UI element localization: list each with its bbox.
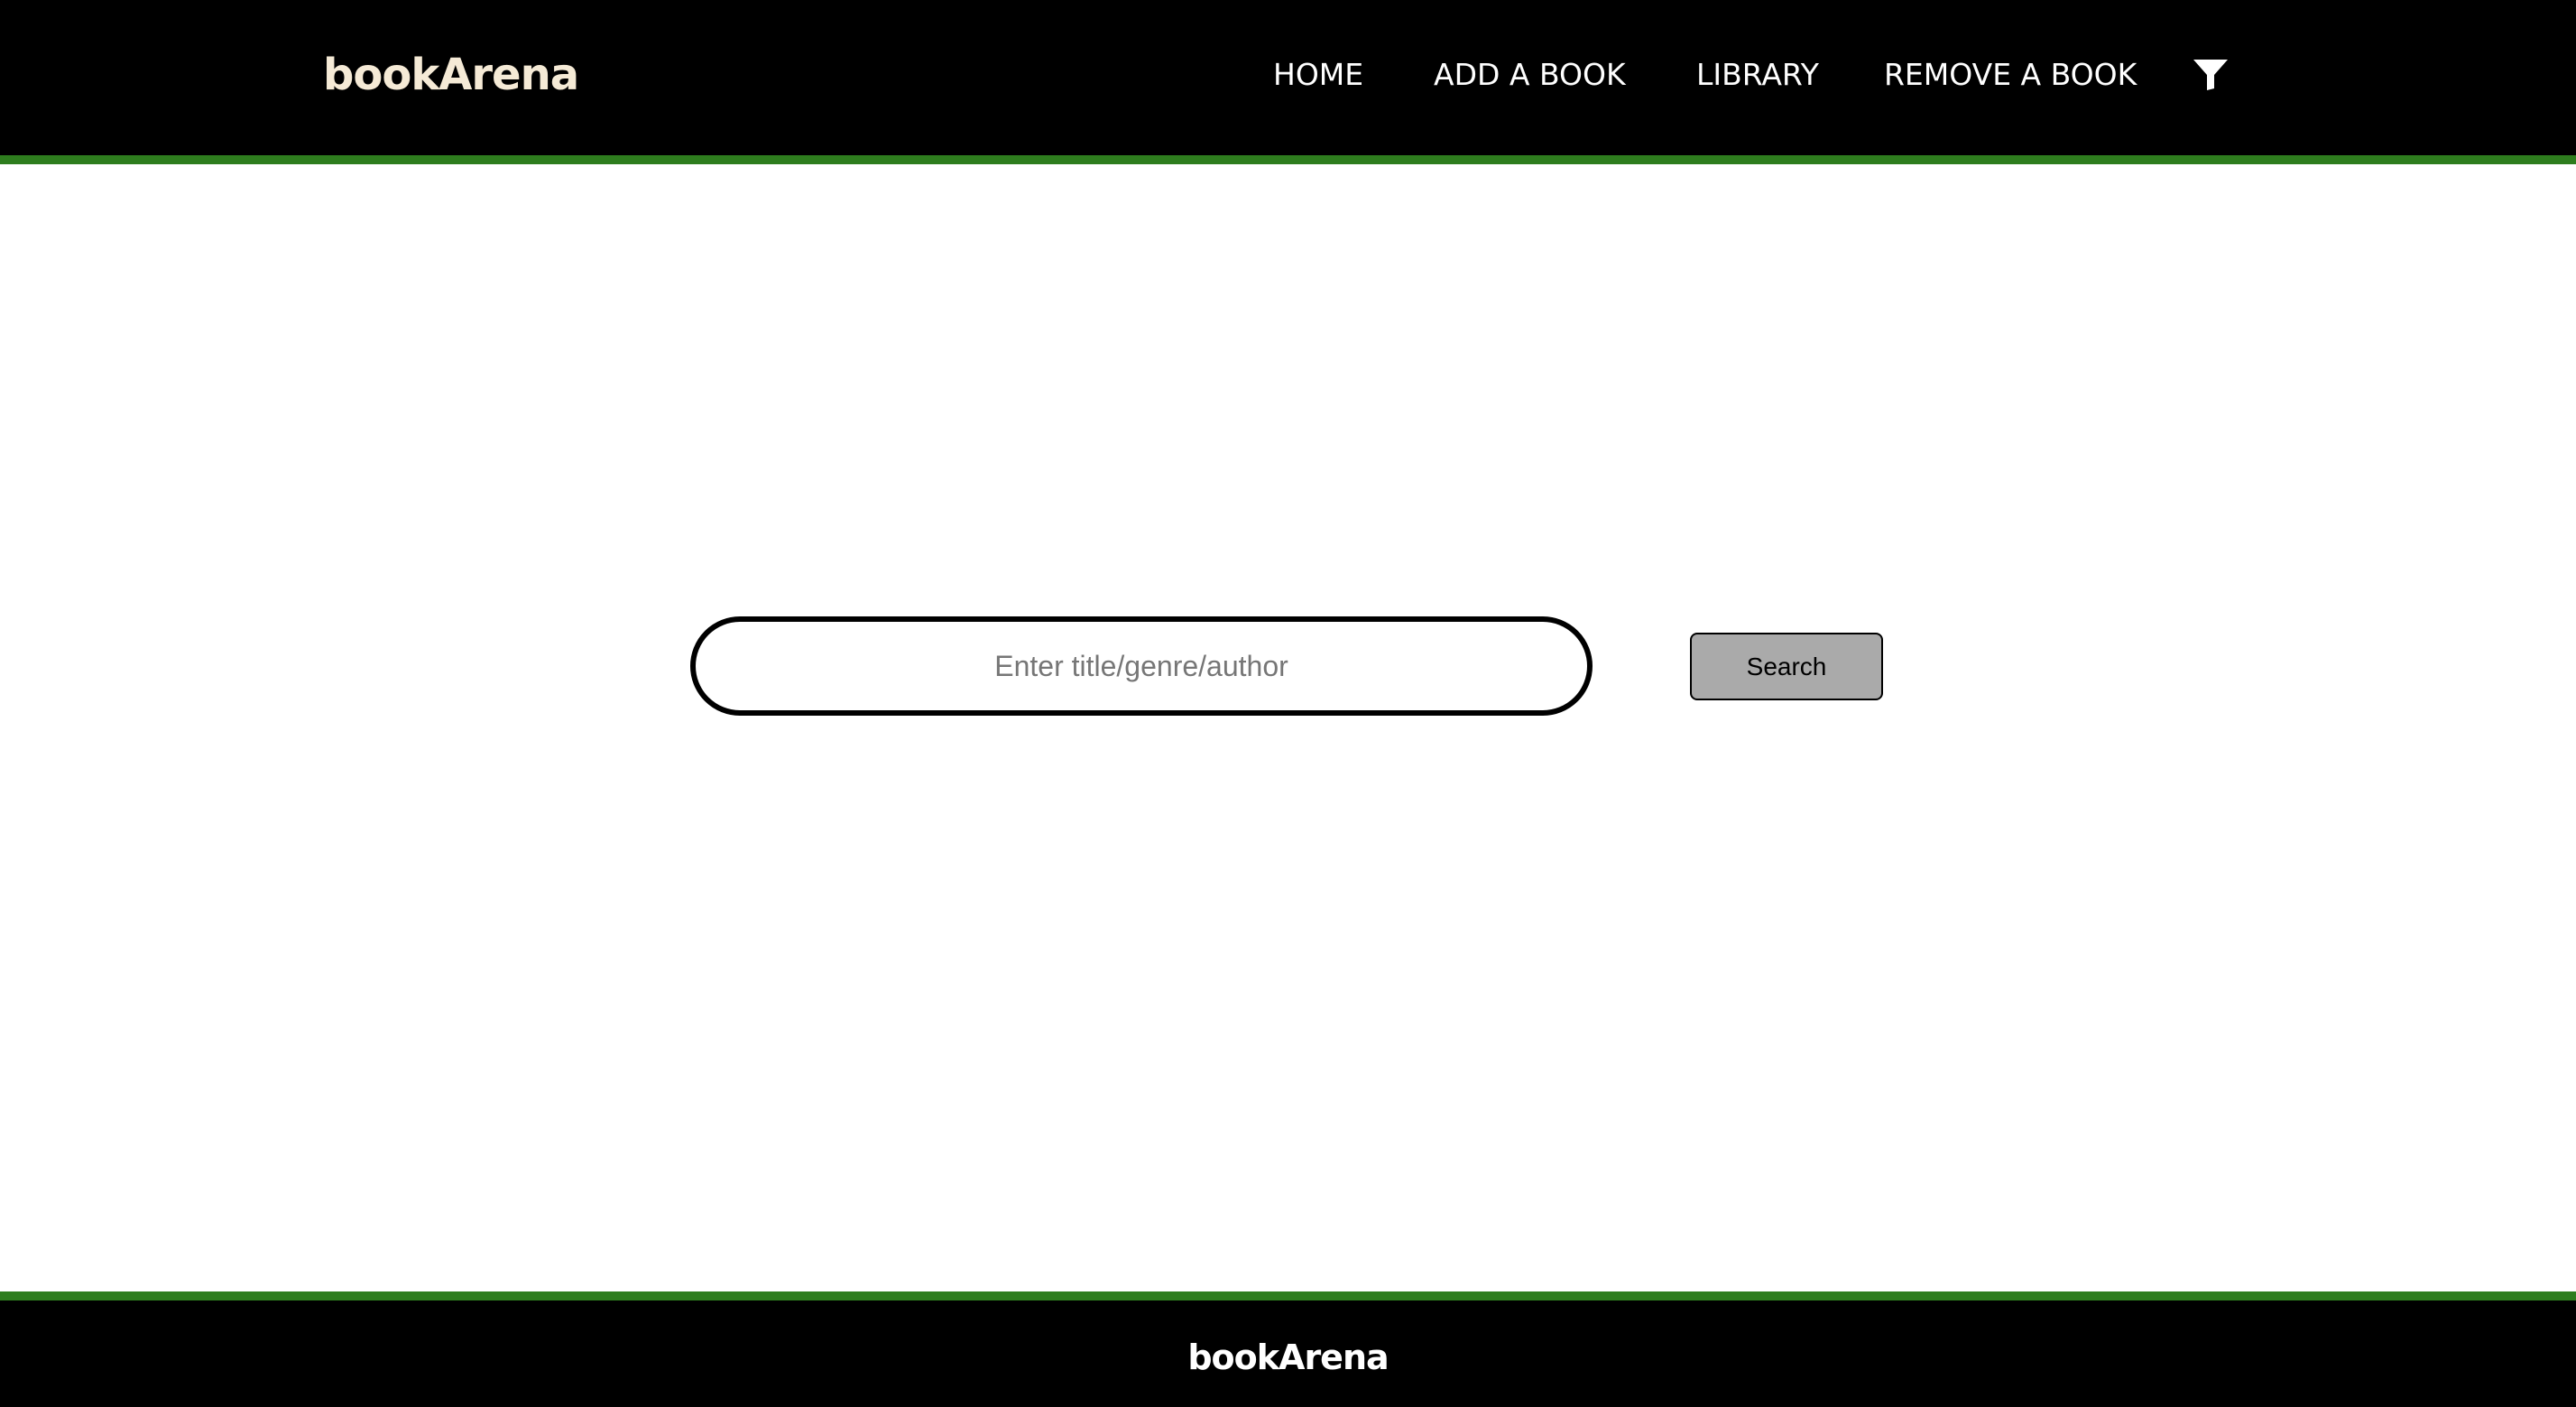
top-navbar: bookArena HOME ADD A BOOK LIBRARY REMOVE…	[0, 0, 2576, 155]
footer-accent-stripe	[0, 1291, 2576, 1301]
header-accent-stripe	[0, 155, 2576, 164]
nav-remove-book-link[interactable]: REMOVE A BOOK	[1884, 52, 2137, 97]
brand-logo[interactable]: bookArena	[323, 43, 579, 106]
search-button[interactable]: Search	[1690, 633, 1883, 700]
nav-library-link[interactable]: LIBRARY	[1696, 52, 1819, 97]
nav-home-link[interactable]: HOME	[1273, 52, 1363, 97]
filter-icon[interactable]	[2193, 60, 2228, 90]
search-input[interactable]	[690, 616, 1593, 716]
nav-add-book-link[interactable]: ADD A BOOK	[1434, 52, 1626, 97]
footer-brand: bookArena	[1187, 1338, 1389, 1377]
